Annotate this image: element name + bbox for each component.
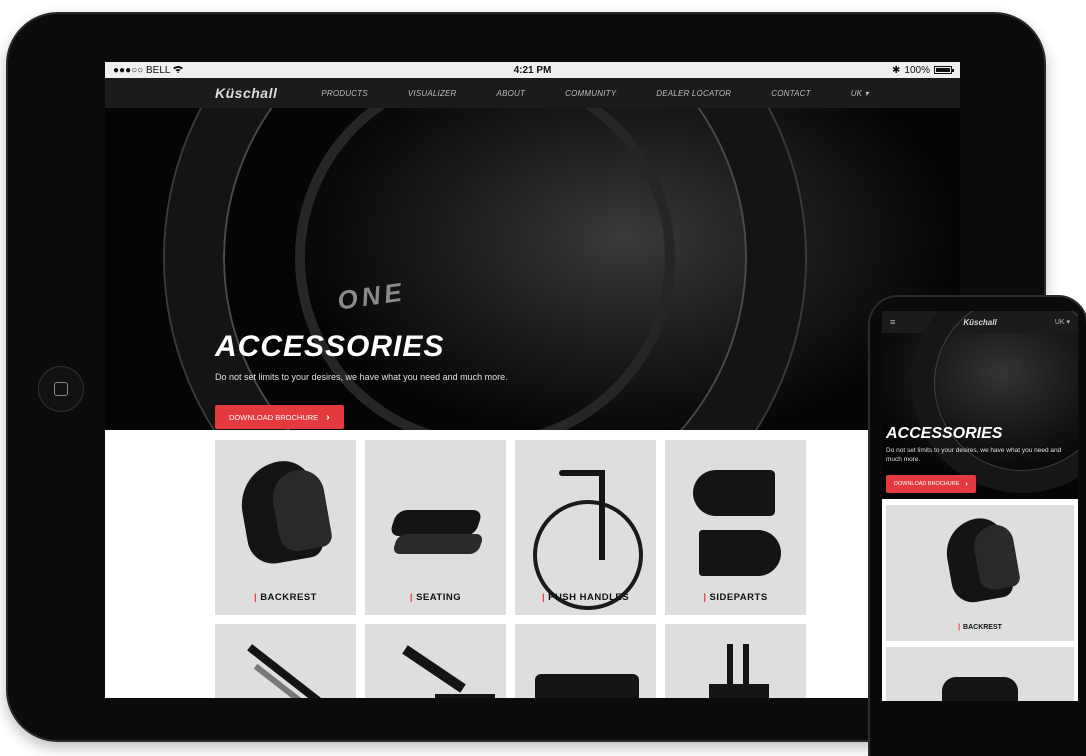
tablet-screen: ●●●○○ BELL 4:21 PM ✱ 100% Küschall PRODU…	[105, 62, 960, 698]
phone-accessory-grid: | BACKREST	[882, 499, 1078, 701]
tile-sideparts[interactable]: | SIDEPARTS	[665, 440, 806, 615]
battery-percent: 100%	[904, 64, 930, 76]
tile-product[interactable]	[215, 624, 356, 698]
phone-device: ≡ Küschall UK ▾ ACCESSORIES Do not set l…	[868, 295, 1086, 756]
accessory-grid: | BACKREST | SEATING | PUSH HANDLES | SIDEP	[105, 430, 960, 698]
bluetooth-icon: ✱	[892, 64, 901, 76]
push-handle-post-image	[599, 470, 605, 560]
tile-label: | PUSH HANDLES	[541, 592, 630, 603]
tile-label: | SIDEPARTS	[703, 592, 768, 603]
wifi-icon	[173, 65, 184, 76]
tile-product[interactable]	[665, 624, 806, 698]
hero-title: ACCESSORIES	[215, 330, 445, 363]
brand-logo[interactable]: Küschall	[215, 85, 277, 101]
phone-tile-product[interactable]	[886, 647, 1074, 701]
tile-product[interactable]	[365, 624, 506, 698]
sideparts-image-detail	[699, 530, 781, 576]
product-image-detail	[435, 694, 495, 698]
home-button[interactable]	[38, 366, 84, 412]
main-nav: Küschall PRODUCTS VISUALIZER ABOUT COMMU…	[105, 78, 960, 108]
nav-dealer-locator[interactable]: DEALER LOCATOR	[656, 89, 731, 98]
phone-tile-label: | BACKREST	[958, 624, 1002, 631]
chevron-right-icon: ›	[965, 480, 968, 488]
phone-screen: ≡ Küschall UK ▾ ACCESSORIES Do not set l…	[882, 311, 1078, 701]
clock: 4:21 PM	[513, 64, 552, 76]
product-image	[942, 677, 1018, 701]
download-brochure-button[interactable]: DOWNLOAD BROCHURE ›	[215, 405, 344, 429]
hero-banner: ONE ACCESSORIES Do not set limits to you…	[105, 108, 960, 430]
nav-visualizer[interactable]: VISUALIZER	[408, 89, 457, 98]
product-image	[535, 674, 639, 698]
seating-image-detail	[391, 534, 485, 554]
status-bar: ●●●○○ BELL 4:21 PM ✱ 100%	[105, 62, 960, 78]
chevron-right-icon: ›	[326, 411, 330, 423]
seating-image	[388, 510, 484, 536]
product-image	[402, 645, 466, 693]
push-handle-grip-image	[559, 470, 603, 476]
phone-hero-subtitle: Do not set limits to your desires, we ha…	[886, 447, 1062, 463]
tile-backrest[interactable]: | BACKREST	[215, 440, 356, 615]
battery-icon	[934, 66, 954, 74]
download-brochure-label: DOWNLOAD BROCHURE	[229, 412, 319, 422]
phone-hero-banner: ACCESSORIES Do not set limits to your de…	[882, 311, 1078, 499]
language-selector[interactable]: UK ▾	[851, 89, 869, 98]
phone-tile-backrest[interactable]: | BACKREST	[886, 505, 1074, 641]
phone-download-brochure-button[interactable]: DOWNLOAD BROCHURE ›	[886, 475, 976, 493]
nav-contact[interactable]: CONTACT	[771, 89, 810, 98]
carrier-label: ●●●○○ BELL	[113, 64, 171, 76]
product-image-detail	[709, 684, 769, 698]
nav-about[interactable]: ABOUT	[497, 89, 526, 98]
nav-community[interactable]: COMMUNITY	[565, 89, 616, 98]
home-button-icon	[54, 382, 68, 396]
phone-wheel-image	[912, 311, 1078, 493]
nav-products[interactable]: PRODUCTS	[321, 89, 368, 98]
tile-label: | SEATING	[409, 592, 462, 603]
tile-seating[interactable]: | SEATING	[365, 440, 506, 615]
sideparts-image	[693, 470, 775, 516]
phone-download-brochure-label: DOWNLOAD BROCHURE	[894, 481, 960, 487]
hero-subtitle: Do not set limits to your desires, we ha…	[215, 372, 508, 382]
tile-label: | BACKREST	[254, 592, 317, 603]
tile-product[interactable]	[515, 624, 656, 698]
tile-push-handles[interactable]: | PUSH HANDLES	[515, 440, 656, 615]
phone-hero-title: ACCESSORIES	[886, 425, 1003, 442]
mockup-stage: ●●●○○ BELL 4:21 PM ✱ 100% Küschall PRODU…	[0, 0, 1086, 756]
